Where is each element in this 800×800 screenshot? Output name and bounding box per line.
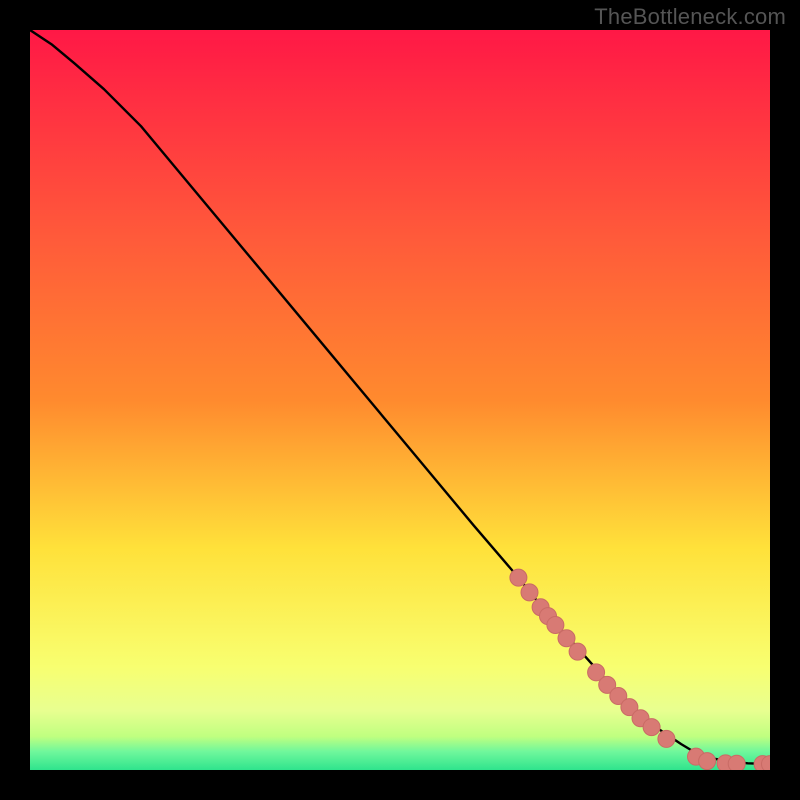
chart-svg	[30, 30, 770, 770]
highlight-dot	[569, 643, 586, 660]
highlight-dot	[728, 755, 745, 770]
chart-frame: TheBottleneck.com	[0, 0, 800, 800]
highlight-dot	[643, 719, 660, 736]
gradient-background	[30, 30, 770, 770]
highlight-dot	[699, 753, 716, 770]
highlight-dot	[658, 730, 675, 747]
watermark-text: TheBottleneck.com	[594, 4, 786, 30]
highlight-dot	[510, 569, 527, 586]
plot-area	[30, 30, 770, 770]
highlight-dot	[521, 584, 538, 601]
